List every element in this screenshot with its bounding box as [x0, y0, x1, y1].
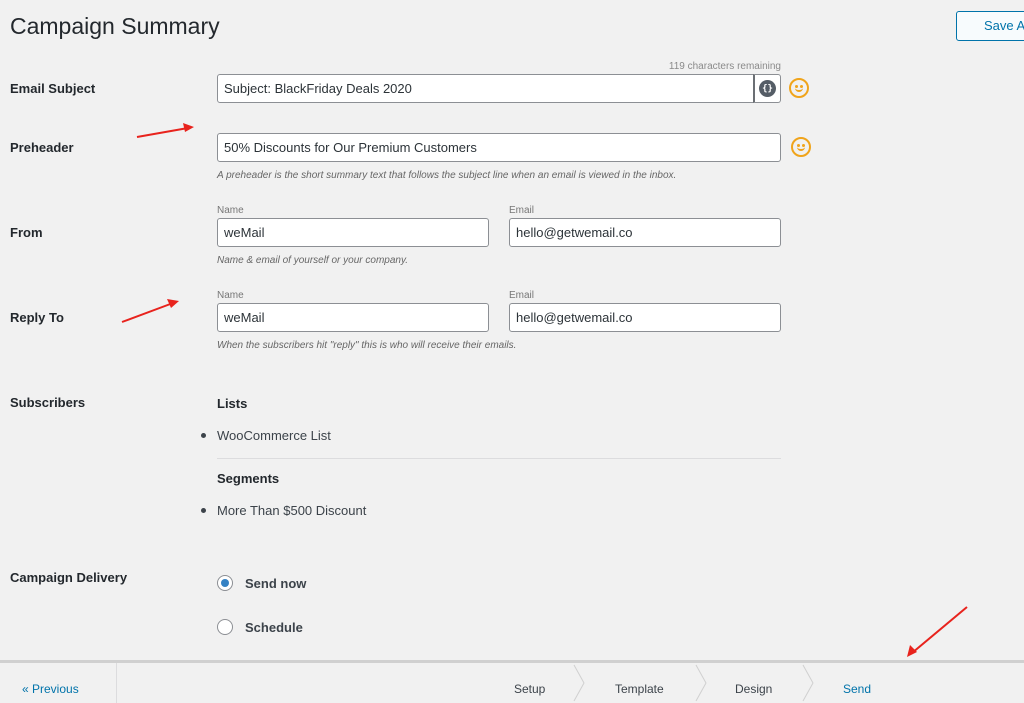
step-setup[interactable]: Setup	[514, 682, 545, 696]
reply-to-email-label: Email	[509, 290, 535, 301]
reply-to-label: Reply To	[10, 310, 64, 325]
from-label: From	[10, 225, 43, 240]
chevron-right-icon	[695, 664, 707, 702]
previous-button[interactable]: « Previous	[22, 682, 79, 696]
email-subject-label: Email Subject	[10, 81, 96, 96]
lists-heading: Lists	[217, 396, 248, 411]
bullet	[201, 508, 206, 513]
reply-to-help-text: When the subscribers hit "reply" this is…	[217, 340, 517, 351]
email-subject-input[interactable]: Subject: BlackFriday Deals 2020	[217, 74, 754, 103]
campaign-delivery-label: Campaign Delivery	[10, 570, 128, 585]
annotation-arrow-icon	[907, 606, 968, 657]
characters-remaining: 119 characters remaining	[668, 61, 781, 72]
from-email-label: Email	[509, 205, 535, 216]
preheader-help-text: A preheader is the short summary text th…	[217, 170, 677, 181]
preheader-input[interactable]: 50% Discounts for Our Premium Customers	[217, 133, 781, 162]
smiley-icon[interactable]	[789, 78, 809, 98]
bullet	[201, 433, 206, 438]
annotation-arrow-icon	[136, 123, 194, 138]
step-template[interactable]: Template	[615, 682, 664, 696]
reply-to-name-input[interactable]: weMail	[217, 303, 489, 332]
schedule-radio[interactable]	[217, 619, 233, 635]
step-send[interactable]: Send	[843, 682, 871, 696]
divider	[217, 458, 781, 459]
shortcode-button[interactable]: {}	[753, 74, 781, 103]
step-design[interactable]: Design	[735, 682, 772, 696]
chevron-right-icon	[802, 664, 814, 702]
chevron-right-icon	[573, 664, 585, 702]
smiley-icon[interactable]	[791, 137, 811, 157]
shortcode-icon: {}	[759, 80, 776, 97]
schedule-label[interactable]: Schedule	[245, 620, 303, 635]
send-now-label[interactable]: Send now	[245, 576, 306, 591]
preheader-label: Preheader	[10, 140, 74, 155]
segment-item: More Than $500 Discount	[217, 503, 367, 518]
save-as-button[interactable]: Save As	[956, 11, 1024, 41]
segments-heading: Segments	[217, 471, 280, 486]
from-name-label: Name	[217, 205, 244, 216]
list-item: WooCommerce List	[217, 428, 331, 443]
wizard-footer: « Previous Setup Template Design Send	[0, 660, 1024, 703]
annotation-layer	[121, 123, 968, 657]
from-name-input[interactable]: weMail	[217, 218, 489, 247]
annotation-arrow-icon	[121, 299, 179, 323]
from-help-text: Name & email of yourself or your company…	[217, 255, 409, 266]
reply-to-name-label: Name	[217, 290, 244, 301]
reply-to-email-input[interactable]: hello@getwemail.co	[509, 303, 781, 332]
page-title: Campaign Summary	[10, 13, 220, 39]
from-email-input[interactable]: hello@getwemail.co	[509, 218, 781, 247]
divider	[116, 663, 117, 703]
subscribers-label: Subscribers	[10, 395, 86, 410]
send-now-radio[interactable]	[217, 575, 233, 591]
